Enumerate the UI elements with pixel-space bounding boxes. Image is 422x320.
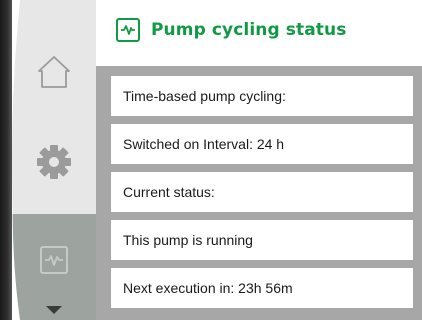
sidebar-item-home[interactable] bbox=[12, 36, 96, 108]
sidebar-item-pump-status[interactable] bbox=[12, 212, 96, 308]
gear-icon bbox=[37, 145, 71, 179]
sidebar-item-settings[interactable] bbox=[12, 122, 96, 202]
activity-pulse-icon bbox=[40, 246, 68, 274]
list-item: Time-based pump cycling: bbox=[111, 76, 413, 116]
activity-pulse-icon bbox=[116, 18, 140, 42]
list-item: Next execution in: 23h 56m bbox=[111, 268, 413, 308]
list-item: This pump is running bbox=[111, 220, 413, 260]
sidebar-nav bbox=[8, 0, 96, 320]
page-title: Pump cycling status bbox=[151, 20, 347, 40]
chevron-down-icon bbox=[46, 306, 62, 314]
status-list: Time-based pump cycling: Switched on Int… bbox=[96, 66, 422, 320]
home-icon bbox=[38, 56, 70, 88]
list-item: Switched on Interval: 24 h bbox=[111, 124, 413, 164]
page-header: Pump cycling status bbox=[96, 0, 422, 66]
scroll-down-button[interactable] bbox=[12, 300, 96, 320]
list-item: Current status: bbox=[111, 172, 413, 212]
